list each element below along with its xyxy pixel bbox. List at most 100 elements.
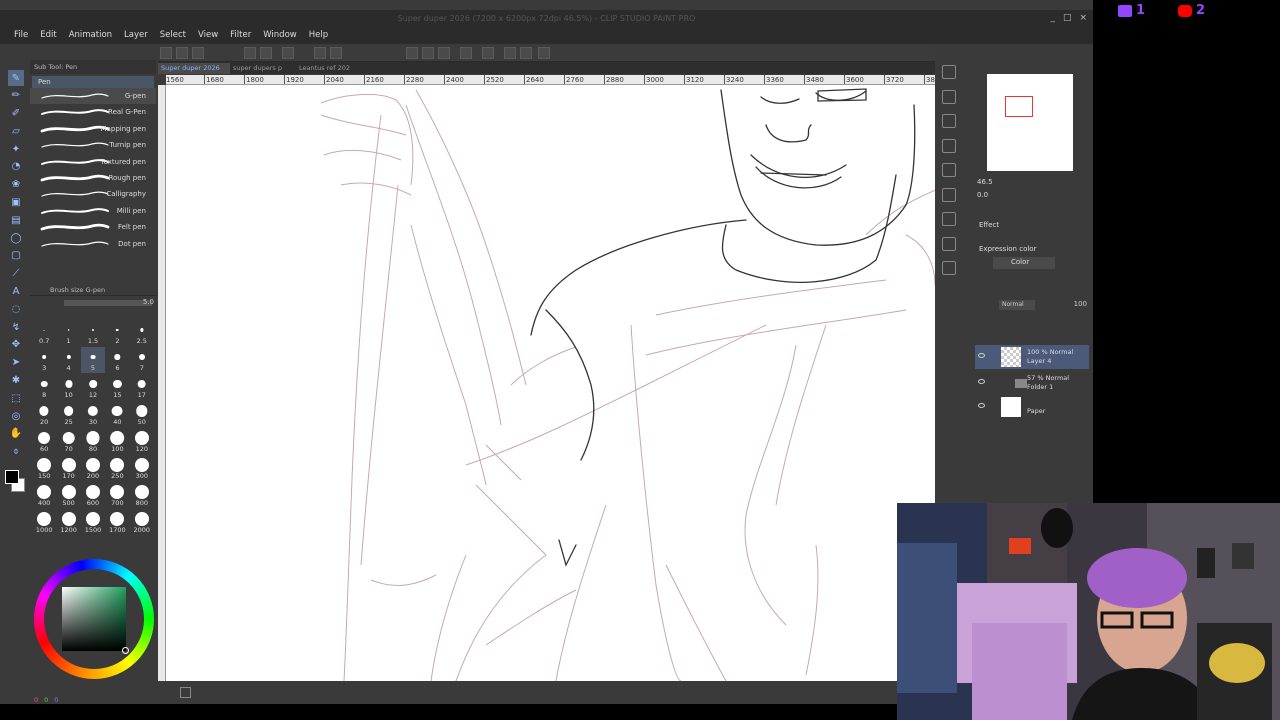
visibility-eye-icon[interactable] [978,403,985,408]
sparkle-icon[interactable] [504,47,516,59]
layer-search-icon[interactable] [942,114,956,128]
main-color-chip[interactable] [5,470,19,484]
maximize-button[interactable]: □ [1063,13,1072,23]
close-button[interactable]: × [1079,13,1087,23]
brush-size-slider[interactable] [64,300,152,306]
brush-size-option[interactable]: 70 [56,428,80,454]
brush-size-option[interactable]: 700 [105,482,129,508]
text-icon[interactable]: A [8,284,24,300]
pen-icon[interactable]: ✎ [8,70,24,86]
brush-size-option[interactable]: 170 [56,455,80,481]
brush-size-option[interactable]: 7 [130,347,154,373]
zoom-value[interactable]: 46.5 [977,178,993,186]
menu-edit[interactable]: Edit [34,28,62,44]
timelapse-icon[interactable] [538,47,550,59]
tab-leantus-ref[interactable]: Leantus ref 202 [296,63,360,74]
brush-item[interactable]: Textured pen [30,154,156,170]
new-icon[interactable] [160,47,172,59]
brush-size-option[interactable]: 12 [81,374,105,400]
color-wheel-panel[interactable] [30,555,156,680]
brush-size-option[interactable]: 1 [56,320,80,346]
blend-icon[interactable]: ◔ [8,159,24,175]
brush-size-option[interactable]: 2 [105,320,129,346]
eyedropper-icon[interactable]: ⌽ [8,444,24,460]
brush-size-option[interactable]: 50 [130,401,154,427]
brush-size-option[interactable]: 1500 [81,509,105,535]
eraser-icon[interactable]: ▱ [8,123,24,139]
brush-size-option[interactable]: 1200 [56,509,80,535]
correct-line-icon[interactable]: ↯ [8,319,24,335]
brush-item[interactable]: Calligraphy [30,186,156,202]
airbrush-icon[interactable]: ✦ [8,141,24,157]
minimize-button[interactable]: _ [1050,13,1055,23]
menu-help[interactable]: Help [303,28,334,44]
brush-size-option[interactable]: 100 [105,428,129,454]
move-icon[interactable]: ✥ [8,337,24,353]
save-icon[interactable] [192,47,204,59]
snap-ruler-icon[interactable] [406,47,418,59]
redo-icon[interactable] [260,47,272,59]
brush-size-option[interactable]: 10 [56,374,80,400]
brush-size-option[interactable]: 5 [80,347,106,373]
brush-size-option[interactable]: 120 [130,428,154,454]
menu-filter[interactable]: Filter [224,28,257,44]
history-icon[interactable] [942,138,956,153]
operation-icon[interactable]: ➤ [8,355,24,371]
animation-cels-icon[interactable] [942,261,956,275]
timeline-icon[interactable] [942,236,956,251]
brush-icon[interactable]: ✐ [8,106,24,122]
tab-super-duper-2026[interactable]: Super duper 2026 [158,63,230,74]
navigator-viewbox[interactable] [1005,96,1033,117]
frame-icon[interactable]: ▢ [8,248,24,264]
brush-item[interactable]: G-pen [30,88,156,105]
tab-super-dupers[interactable]: super dupers p [230,63,288,74]
ruler-icon[interactable] [460,47,472,59]
brush-item[interactable]: Real G-Pen [30,104,156,120]
brush-size-option[interactable]: 2.5 [130,320,154,346]
brush-size-option[interactable]: 30 [81,401,105,427]
brush-size-option[interactable]: 250 [105,455,129,481]
brush-size-option[interactable]: 6 [105,347,129,373]
drawing-canvas[interactable] [166,85,935,681]
brush-size-option[interactable]: 150 [32,455,56,481]
menu-view[interactable]: View [192,28,224,44]
brush-size-option[interactable]: 0.7 [32,320,56,346]
layer-row-folder1[interactable]: 57 % Normal Folder 1 [975,371,1089,395]
menu-select[interactable]: Select [154,28,192,44]
brush-item[interactable]: Milli pen [30,203,156,219]
brush-item[interactable]: Dot pen [30,236,156,252]
auto-action-icon[interactable] [942,187,956,202]
fill-canvas-icon[interactable] [314,47,326,59]
brush-size-option[interactable]: 20 [32,401,56,427]
auto-select-icon[interactable]: ✱ [8,373,24,389]
menu-file[interactable]: File [8,28,34,44]
color-picker-handle[interactable] [122,647,129,654]
ruler-icon[interactable]: ⟋ [8,266,24,282]
menu-animation[interactable]: Animation [63,28,118,44]
brush-size-option[interactable]: 800 [130,482,154,508]
brush-size-option[interactable]: 15 [105,374,129,400]
saturation-value-square[interactable] [62,587,126,651]
navigator-preview[interactable] [987,74,1073,171]
brush-size-option[interactable]: 2000 [130,509,154,535]
brush-size-option[interactable]: 80 [81,428,105,454]
clear-icon[interactable] [282,47,294,59]
snap-grid-icon[interactable] [438,47,450,59]
brush-size-option[interactable]: 8 [32,374,56,400]
expression-color-select[interactable]: Color [993,257,1055,269]
rotation-value[interactable]: 0.0 [977,191,988,199]
visibility-eye-icon[interactable] [978,353,985,358]
menu-window[interactable]: Window [257,28,303,44]
brush-size-option[interactable]: 600 [81,482,105,508]
gradient-icon[interactable]: ▤ [8,212,24,228]
material-icon[interactable] [942,89,956,104]
visibility-eye-icon[interactable] [978,379,985,384]
brush-size-option[interactable]: 1700 [105,509,129,535]
brush-size-option[interactable]: 17 [130,374,154,400]
brush-size-option[interactable]: 300 [130,455,154,481]
settings-icon[interactable] [482,47,494,59]
brush-size-option[interactable]: 400 [32,482,56,508]
brush-item[interactable]: Rough pen [30,170,156,186]
open-icon[interactable] [176,47,188,59]
layer-row-paper[interactable]: Paper [975,395,1089,419]
